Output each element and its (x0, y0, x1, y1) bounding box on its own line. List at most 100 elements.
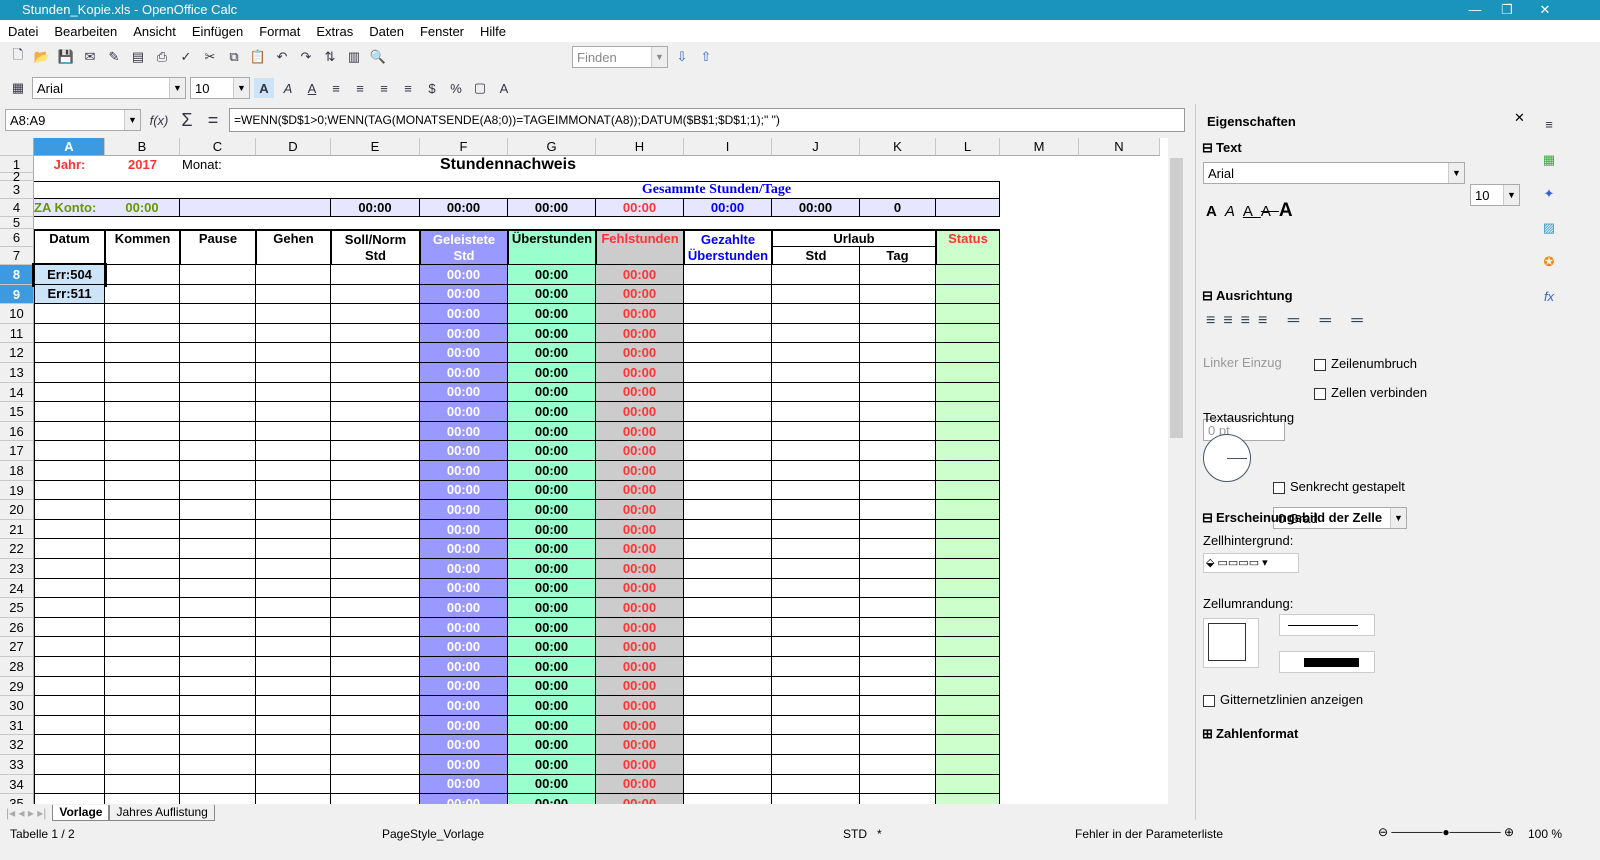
cell[interactable] (684, 284, 772, 305)
geleistete-cell[interactable]: 00:00 (420, 500, 508, 520)
cell[interactable] (180, 363, 256, 383)
cell[interactable] (936, 382, 1000, 403)
cell[interactable] (180, 539, 256, 559)
cell[interactable] (772, 461, 860, 481)
cell[interactable] (936, 539, 1000, 559)
fehlstunden-cell[interactable]: 00:00 (596, 363, 684, 383)
geleistete-cell[interactable]: 00:00 (420, 755, 508, 775)
header-H[interactable]: Fehlstunden (596, 229, 684, 265)
cell[interactable] (34, 598, 105, 618)
cell[interactable] (684, 539, 772, 559)
zoom-icon[interactable]: 🔍 (368, 47, 388, 67)
fehlstunden-cell[interactable]: 00:00 (596, 284, 684, 305)
cell[interactable] (772, 637, 860, 657)
cell[interactable] (936, 559, 1000, 579)
collapse-icon[interactable]: ⊟ (1202, 510, 1213, 526)
cell[interactable] (256, 343, 331, 363)
collapse-icon[interactable]: ⊟ (1202, 288, 1213, 304)
cell[interactable] (256, 480, 331, 501)
ueberstunden-cell[interactable]: 00:00 (508, 519, 596, 540)
cell[interactable] (860, 696, 936, 716)
jahr-value[interactable]: 2017 (105, 156, 180, 173)
geleistete-cell[interactable]: 00:00 (420, 657, 508, 677)
cell[interactable] (34, 402, 105, 422)
cell[interactable] (936, 461, 1000, 481)
fehlstunden-cell[interactable]: 00:00 (596, 657, 684, 677)
geleistete-cell[interactable]: 00:00 (420, 598, 508, 618)
cell[interactable] (34, 617, 105, 638)
menu-daten[interactable]: Daten (361, 24, 412, 39)
column-header-F[interactable]: F (420, 138, 508, 156)
cell[interactable] (772, 363, 860, 383)
cell[interactable] (331, 598, 420, 618)
row-header[interactable]: 23 (0, 559, 34, 579)
cell[interactable] (936, 755, 1000, 775)
cell[interactable] (105, 715, 180, 736)
cell[interactable] (34, 382, 105, 403)
cell[interactable] (180, 343, 256, 363)
fehlstunden-cell[interactable]: 00:00 (596, 794, 684, 804)
ueberstunden-cell[interactable]: 00:00 (508, 343, 596, 363)
cell[interactable] (331, 794, 420, 804)
wrap-checkbox[interactable]: Zeilenumbruch (1314, 356, 1417, 371)
print-icon[interactable]: ⎙ (152, 47, 172, 67)
ueberstunden-cell[interactable]: 00:00 (508, 480, 596, 501)
cell[interactable] (34, 480, 105, 501)
cell[interactable] (256, 755, 331, 775)
row-header[interactable]: 5 (0, 216, 34, 229)
sheet-title[interactable]: Stundennachweis (420, 156, 596, 173)
cell[interactable] (105, 323, 180, 344)
font-size-select[interactable]: 10 ▼ (190, 77, 250, 99)
cell[interactable] (860, 500, 936, 520)
geleistete-cell[interactable]: 00:00 (420, 794, 508, 804)
text-style-buttons[interactable]: AAAAA (1206, 200, 1301, 222)
geleistete-cell[interactable]: 00:00 (420, 519, 508, 540)
corner-cell[interactable] (0, 138, 34, 156)
cell[interactable] (936, 657, 1000, 677)
cell[interactable] (180, 794, 256, 804)
cell[interactable] (684, 421, 772, 442)
cell[interactable] (180, 382, 256, 403)
cell[interactable] (772, 519, 860, 540)
header-B[interactable]: Kommen (105, 229, 180, 265)
cell[interactable] (860, 637, 936, 657)
cell[interactable] (936, 402, 1000, 422)
cell[interactable] (331, 735, 420, 755)
cell[interactable] (936, 794, 1000, 804)
cell[interactable] (331, 539, 420, 559)
cell[interactable] (684, 441, 772, 461)
navigator-icon[interactable]: ✪ (1539, 252, 1559, 272)
cell[interactable] (34, 774, 105, 795)
cell[interactable] (256, 539, 331, 559)
cell[interactable] (331, 441, 420, 461)
chevron-down-icon[interactable]: ▼ (1390, 508, 1406, 528)
cell[interactable] (860, 559, 936, 579)
functions-icon[interactable]: fx (1539, 286, 1559, 306)
cell[interactable] (936, 500, 1000, 520)
expand-icon[interactable]: ⊞ (1202, 726, 1213, 742)
row-header[interactable]: 35 (0, 794, 34, 804)
fehlstunden-cell[interactable]: 00:00 (596, 343, 684, 363)
cell[interactable] (105, 696, 180, 716)
fehlstunden-cell[interactable]: 00:00 (596, 617, 684, 638)
orientation-dial[interactable] (1203, 434, 1251, 482)
cell[interactable] (860, 578, 936, 599)
cell[interactable] (936, 304, 1000, 324)
fehlstunden-cell[interactable]: 00:00 (596, 676, 684, 697)
formula-input[interactable]: =WENN($D$1>0;WENN(TAG(MONATSENDE(A8;0))=… (229, 108, 1185, 132)
ueberstunden-cell[interactable]: 00:00 (508, 500, 596, 520)
paste-icon[interactable]: 📋 (248, 47, 268, 67)
date-cell[interactable]: Err:511 (34, 284, 105, 305)
cell[interactable] (684, 480, 772, 501)
cell[interactable] (105, 265, 180, 285)
row-header[interactable]: 28 (0, 657, 34, 677)
cell[interactable] (34, 539, 105, 559)
header-D[interactable]: Gehen (256, 229, 331, 265)
ueberstunden-cell[interactable]: 00:00 (508, 715, 596, 736)
total-L[interactable] (936, 199, 1000, 217)
cell[interactable] (860, 304, 936, 324)
cell[interactable] (256, 598, 331, 618)
spreadsheet-grid[interactable]: A B C D E F G H I J K L M N 1 2 3 4 5 6 7 8 9 10 11 12 13 14 15 16 17 1… (0, 138, 1168, 804)
total-F[interactable]: 00:00 (420, 199, 508, 217)
cell[interactable] (105, 637, 180, 657)
